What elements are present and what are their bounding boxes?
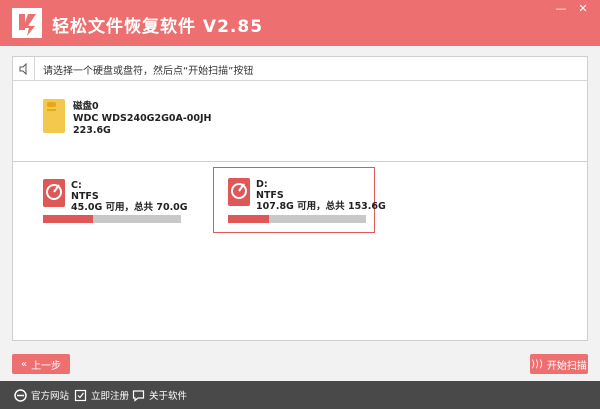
speaker-icon[interactable] bbox=[13, 57, 35, 80]
window-title: 轻松文件恢复软件 V2.85 bbox=[52, 17, 264, 37]
chat-bubble-icon bbox=[132, 389, 145, 402]
website-label: 官方网站 bbox=[31, 391, 70, 402]
browser-e-icon bbox=[14, 388, 27, 402]
partition-icon bbox=[228, 178, 250, 206]
partition-icon bbox=[43, 179, 65, 207]
start-scan-button[interactable]: ))) 开始扫描 bbox=[530, 354, 588, 374]
partition-c[interactable]: C: NTFS 45.0G 可用，总共 70.0G bbox=[29, 169, 189, 233]
usage-bar bbox=[43, 215, 181, 223]
register-link[interactable]: 立即注册 bbox=[74, 388, 129, 402]
hint-text: 请选择一个硬盘或盘符，然后点“开始扫描”按钮 bbox=[43, 66, 254, 77]
partition-fs: NTFS bbox=[256, 190, 284, 201]
back-button-label: 上一步 bbox=[31, 360, 62, 372]
app-logo-icon bbox=[12, 8, 42, 38]
close-button[interactable]: ✕ bbox=[572, 0, 594, 16]
partition-letter: D: bbox=[256, 179, 268, 190]
about-label: 关于软件 bbox=[149, 391, 188, 402]
double-chevron-left-icon: « bbox=[20, 358, 28, 370]
website-link[interactable]: 官方网站 bbox=[14, 388, 69, 402]
about-link[interactable]: 关于软件 bbox=[132, 388, 187, 402]
usage-bar bbox=[228, 215, 366, 223]
register-icon bbox=[74, 389, 87, 402]
hard-disk-icon bbox=[43, 99, 65, 133]
footer: 官方网站 立即注册 关于软件 bbox=[0, 381, 600, 409]
back-button[interactable]: « 上一步 bbox=[12, 354, 70, 374]
start-scan-label: 开始扫描 bbox=[546, 360, 587, 372]
signal-waves-icon: ))) bbox=[531, 358, 543, 370]
partition-fs: NTFS bbox=[71, 191, 99, 202]
partition-info: 107.8G 可用，总共 153.6G bbox=[256, 201, 386, 212]
usage-bar-fill bbox=[228, 215, 270, 223]
drive-panel: 请选择一个硬盘或盘符，然后点“开始扫描”按钮 磁盘0 WDC WDS240G2G… bbox=[12, 56, 588, 341]
disk-model: WDC WDS240G2G0A-00JH bbox=[73, 113, 212, 124]
minimize-button[interactable]: — bbox=[550, 0, 572, 16]
disk-size: 223.6G bbox=[73, 125, 111, 136]
partition-info: 45.0G 可用，总共 70.0G bbox=[71, 202, 188, 213]
hint-row: 请选择一个硬盘或盘符，然后点“开始扫描”按钮 bbox=[13, 57, 587, 81]
usage-bar-fill bbox=[43, 215, 93, 223]
disk-name: 磁盘0 bbox=[73, 101, 99, 112]
divider bbox=[13, 161, 587, 162]
partition-d[interactable]: D: NTFS 107.8G 可用，总共 153.6G bbox=[213, 167, 386, 233]
register-label: 立即注册 bbox=[91, 391, 130, 402]
partition-letter: C: bbox=[71, 180, 82, 191]
title-bar: 轻松文件恢复软件 V2.85 — ✕ bbox=[0, 0, 600, 46]
